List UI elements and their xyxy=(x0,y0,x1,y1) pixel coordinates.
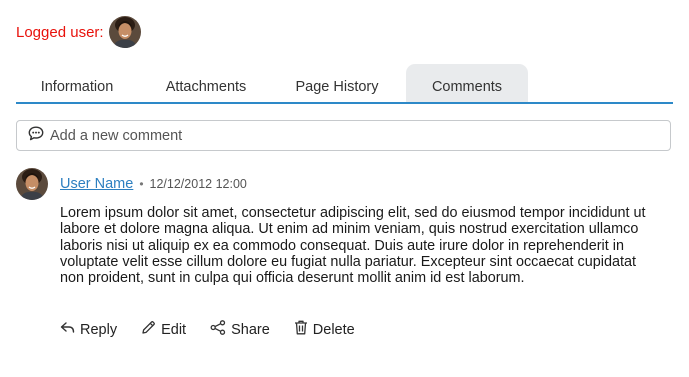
tab-bar: Information Attachments Page History Com… xyxy=(16,64,673,104)
delete-label: Delete xyxy=(312,321,355,338)
separator-dot: • xyxy=(139,177,144,191)
comment-header: User Name • 12/12/2012 12:00 xyxy=(60,176,247,192)
tab-information[interactable]: Information xyxy=(16,64,138,102)
new-comment-input[interactable] xyxy=(50,127,610,144)
tab-comments[interactable]: Comments xyxy=(406,64,528,102)
comment-author-avatar[interactable] xyxy=(16,168,48,200)
reply-button[interactable]: Reply xyxy=(60,321,117,338)
comments-panel: Logged user: Information Attachments Pag… xyxy=(0,0,689,377)
delete-button[interactable]: Delete xyxy=(294,320,355,339)
logged-user-avatar[interactable] xyxy=(108,16,141,48)
chat-bubble-icon xyxy=(28,126,44,146)
logged-user-label: Logged user: xyxy=(16,23,104,41)
pencil-icon xyxy=(141,320,161,339)
comment-author-link[interactable]: User Name xyxy=(60,176,133,192)
reply-label: Reply xyxy=(80,321,118,338)
tab-attachments[interactable]: Attachments xyxy=(143,64,269,102)
trash-icon xyxy=(294,320,313,339)
edit-button[interactable]: Edit xyxy=(141,320,186,339)
share-label: Share xyxy=(231,321,270,338)
new-comment-box[interactable] xyxy=(16,120,671,151)
share-icon xyxy=(210,320,231,339)
reply-icon xyxy=(60,321,80,338)
comment-text: Lorem ipsum dolor sit amet, consectetur … xyxy=(60,205,646,287)
share-button[interactable]: Share xyxy=(210,320,270,339)
tab-page-history[interactable]: Page History xyxy=(274,64,400,102)
comment-timestamp: 12/12/2012 12:00 xyxy=(149,177,247,191)
logged-user-row: Logged user: xyxy=(16,16,141,48)
comment-actions: Reply Edit Share Delete xyxy=(60,320,379,339)
edit-label: Edit xyxy=(161,321,187,338)
